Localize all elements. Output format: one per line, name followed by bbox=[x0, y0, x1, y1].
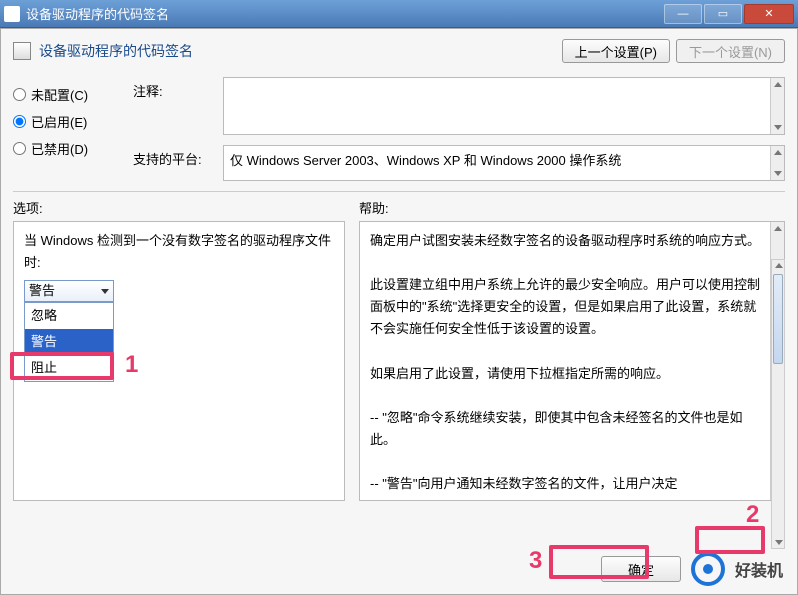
help-p1: 确定用户试图安装未经数字签名的设备驱动程序时系统的响应方式。 bbox=[370, 230, 766, 252]
radio-enabled-input[interactable] bbox=[13, 115, 26, 128]
annotation-label-3: 3 bbox=[529, 547, 542, 575]
platform-label: 支持的平台: bbox=[133, 145, 223, 168]
window-scrollbar[interactable] bbox=[771, 259, 785, 549]
prev-setting-button[interactable]: 上一个设置(P) bbox=[562, 39, 670, 63]
help-p2: 此设置建立组中用户系统上允许的最少安全响应。用户可以使用控制面板中的"系统"选择… bbox=[370, 274, 766, 340]
radio-enabled-label: 已启用(E) bbox=[31, 112, 87, 131]
behavior-dropdown[interactable]: 警告 忽略 警告 阻止 bbox=[24, 280, 114, 302]
platform-box: 仅 Windows Server 2003、Windows XP 和 Windo… bbox=[223, 145, 785, 181]
platform-scrollbar[interactable] bbox=[770, 146, 784, 180]
radio-not-configured[interactable]: 未配置(C) bbox=[13, 85, 133, 104]
page-title: 设备驱动程序的代码签名 bbox=[39, 41, 556, 61]
minimize-button[interactable]: — bbox=[664, 4, 702, 24]
options-prompt: 当 Windows 检测到一个没有数字签名的驱动程序文件时: bbox=[24, 230, 334, 274]
app-icon bbox=[4, 6, 20, 22]
window-title: 设备驱动程序的代码签名 bbox=[26, 4, 169, 23]
options-title: 选项: bbox=[13, 198, 345, 217]
watermark-text: 好装机 bbox=[735, 557, 783, 581]
help-p5: -- "警告"向用户通知未经数字签名的文件，让用户决定 bbox=[370, 473, 766, 495]
next-setting-button: 下一个设置(N) bbox=[676, 39, 785, 63]
comment-scrollbar[interactable] bbox=[770, 78, 784, 134]
behavior-dropdown-value: 警告 bbox=[29, 280, 55, 302]
help-title: 帮助: bbox=[359, 198, 785, 217]
titlebar: 设备驱动程序的代码签名 — ▭ ✕ bbox=[0, 0, 798, 28]
radio-enabled[interactable]: 已启用(E) bbox=[13, 112, 133, 131]
maximize-button[interactable]: ▭ bbox=[704, 4, 742, 24]
help-p4: -- "忽略"命令系统继续安装，即使其中包含未经签名的文件也是如此。 bbox=[370, 407, 766, 451]
dropdown-option-block[interactable]: 阻止 bbox=[25, 355, 113, 381]
ok-button[interactable]: 确定 bbox=[601, 556, 681, 582]
comment-textarea[interactable] bbox=[223, 77, 785, 135]
comment-label: 注释: bbox=[133, 77, 223, 100]
annotation-label-2: 2 bbox=[746, 501, 759, 529]
close-button[interactable]: ✕ bbox=[744, 4, 794, 24]
radio-disabled-input[interactable] bbox=[13, 142, 26, 155]
radio-not-configured-input[interactable] bbox=[13, 88, 26, 101]
help-panel: 确定用户试图安装未经数字签名的设备驱动程序时系统的响应方式。 此设置建立组中用户… bbox=[359, 221, 785, 501]
chevron-down-icon bbox=[101, 289, 109, 294]
radio-not-configured-label: 未配置(C) bbox=[31, 85, 88, 104]
options-panel: 当 Windows 检测到一个没有数字签名的驱动程序文件时: 警告 忽略 警告 … bbox=[13, 221, 345, 501]
help-p3: 如果启用了此设置，请使用下拉框指定所需的响应。 bbox=[370, 363, 766, 385]
radio-disabled-label: 已禁用(D) bbox=[31, 139, 88, 158]
radio-disabled[interactable]: 已禁用(D) bbox=[13, 139, 133, 158]
behavior-dropdown-list[interactable]: 忽略 警告 阻止 bbox=[24, 302, 114, 382]
dropdown-option-warn[interactable]: 警告 bbox=[25, 329, 113, 355]
watermark-logo-icon bbox=[691, 552, 725, 586]
dropdown-option-ignore[interactable]: 忽略 bbox=[25, 303, 113, 329]
policy-icon bbox=[13, 42, 31, 60]
platform-value: 仅 Windows Server 2003、Windows XP 和 Windo… bbox=[230, 153, 621, 168]
annotation-box-2 bbox=[695, 526, 765, 554]
